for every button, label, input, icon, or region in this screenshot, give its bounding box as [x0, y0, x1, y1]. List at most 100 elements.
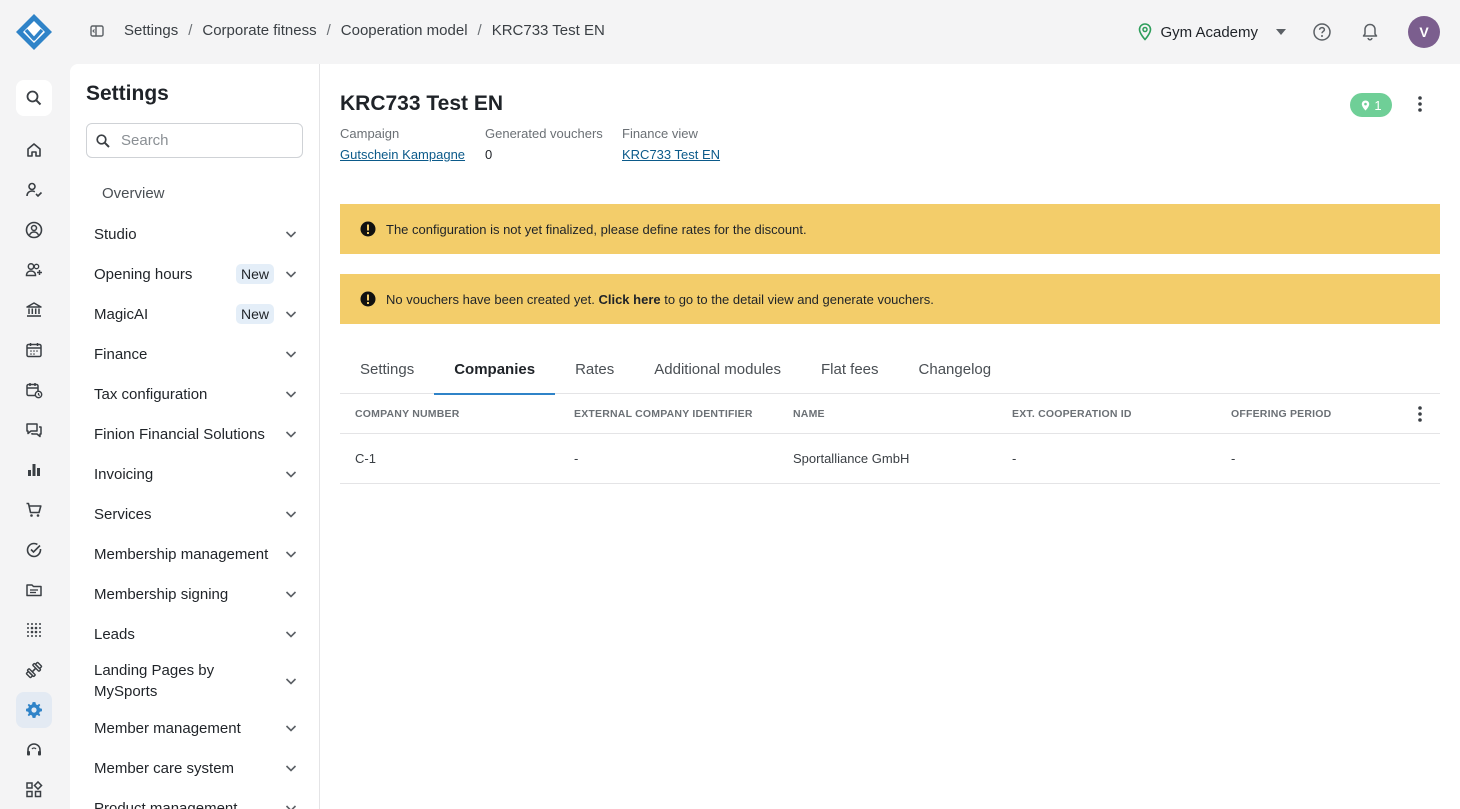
studio-selector[interactable]: Gym Academy — [1138, 23, 1286, 41]
campaign-link[interactable]: Gutschein Kampagne — [340, 147, 465, 162]
settings-item-member-care-system[interactable]: Member care system — [70, 748, 319, 788]
settings-search[interactable] — [86, 123, 303, 158]
settings-item-magicai[interactable]: MagicAI New — [70, 294, 319, 334]
rail-tasks[interactable] — [16, 532, 52, 568]
table-options-icon[interactable] — [1410, 404, 1430, 424]
generate-vouchers-link[interactable]: Click here — [598, 292, 660, 307]
settings-item-opening-hours[interactable]: Opening hours New — [70, 254, 319, 294]
breadcrumb-corporate-fitness[interactable]: Corporate fitness — [202, 22, 316, 39]
settings-item-membership-management[interactable]: Membership management — [70, 534, 319, 574]
rail-equipment[interactable] — [16, 652, 52, 688]
user-avatar[interactable]: V — [1408, 16, 1440, 48]
table-cell: C-1 — [355, 451, 376, 466]
breadcrumb: Settings / Corporate fitness / Cooperati… — [124, 22, 605, 39]
bank-icon — [26, 302, 42, 317]
rail-apps[interactable] — [16, 772, 52, 808]
rail-analytics[interactable] — [16, 452, 52, 488]
dot-grid-icon — [27, 623, 41, 637]
chevron-down-icon — [285, 351, 297, 358]
rail-documents[interactable] — [16, 572, 52, 608]
location-pin-icon — [1362, 100, 1370, 110]
main-content: KRC733 Test EN 1 Campaign Gutschein Kamp… — [320, 64, 1460, 809]
settings-item-member-management[interactable]: Member management — [70, 708, 319, 748]
finance-view-link[interactable]: KRC733 Test EN — [622, 147, 720, 162]
rail-shop[interactable] — [16, 492, 52, 528]
tab-flat-fees[interactable]: Flat fees — [801, 345, 899, 394]
caret-down-icon — [1276, 29, 1286, 35]
rail-settings[interactable] — [16, 692, 52, 728]
studio-name: Gym Academy — [1160, 23, 1258, 41]
chevron-down-icon — [285, 471, 297, 478]
settings-sidebar: Settings Overview Studio Opening hours Ne… — [70, 64, 320, 809]
search-icon — [26, 90, 42, 106]
settings-item-tax-configuration[interactable]: Tax configuration — [70, 374, 319, 414]
tab-companies[interactable]: Companies — [434, 345, 555, 395]
tab-rates[interactable]: Rates — [555, 345, 634, 394]
settings-overview-link[interactable]: Overview — [102, 185, 165, 202]
rail-home[interactable] — [16, 132, 52, 168]
column-header[interactable]: Ext. cooperation ID — [997, 408, 1216, 420]
nav-item-label: Invoicing — [94, 465, 154, 483]
app-logo-icon[interactable] — [14, 12, 54, 52]
meta-campaign: Campaign Gutschein Kampagne — [340, 126, 465, 162]
settings-item-invoicing[interactable]: Invoicing — [70, 454, 319, 494]
chevron-down-icon — [285, 805, 297, 809]
rail-messages[interactable] — [16, 412, 52, 448]
rail-leads[interactable] — [16, 252, 52, 288]
settings-item-landing-pages[interactable]: Landing Pages by MySports — [70, 654, 319, 708]
nav-item-label: MagicAI — [94, 305, 149, 323]
rail-members[interactable] — [16, 212, 52, 248]
column-header[interactable]: Company number — [340, 408, 559, 420]
sidebar-toggle-icon[interactable] — [88, 22, 106, 40]
settings-item-finion[interactable]: Finion Financial Solutions — [70, 414, 319, 454]
page-title: KRC733 Test EN — [340, 92, 503, 115]
shopping-cart-icon — [26, 502, 42, 517]
column-header[interactable]: External company identifier — [559, 408, 778, 420]
breadcrumb-separator: / — [326, 22, 331, 39]
rail-finance[interactable] — [16, 292, 52, 328]
settings-title: Settings — [86, 82, 169, 105]
tab-changelog[interactable]: Changelog — [899, 345, 1012, 394]
column-header[interactable]: Name — [778, 408, 997, 420]
chevron-down-icon — [285, 511, 297, 518]
rail-calendar[interactable] — [16, 332, 52, 368]
tab-additional-modules[interactable]: Additional modules — [634, 345, 801, 394]
more-options-icon[interactable] — [1410, 94, 1430, 114]
settings-item-services[interactable]: Services — [70, 494, 319, 534]
table-row[interactable]: C-1 - Sportalliance GmbH - - — [340, 434, 1440, 484]
column-header[interactable]: Offering period — [1216, 408, 1396, 420]
account-circle-icon — [25, 221, 43, 239]
nav-item-label: Leads — [94, 625, 135, 643]
notification-bell-icon[interactable] — [1360, 22, 1380, 42]
rail-search[interactable] — [16, 80, 52, 116]
nav-item-label: Membership signing — [94, 585, 229, 603]
chevron-down-icon — [285, 765, 297, 772]
breadcrumb-settings[interactable]: Settings — [124, 22, 178, 39]
location-pin-icon — [1139, 23, 1152, 41]
gear-icon — [26, 702, 42, 718]
settings-search-input[interactable] — [121, 132, 291, 149]
chevron-down-icon — [285, 311, 297, 318]
nav-item-label: Product management — [94, 799, 238, 809]
exclamation-circle-icon — [360, 291, 376, 307]
rail-support[interactable] — [16, 732, 52, 768]
new-badge: New — [236, 264, 275, 284]
breadcrumb-separator: / — [188, 22, 193, 39]
settings-item-finance[interactable]: Finance — [70, 334, 319, 374]
rail-checkin[interactable] — [16, 172, 52, 208]
settings-item-membership-signing[interactable]: Membership signing — [70, 574, 319, 614]
help-icon[interactable] — [1312, 22, 1332, 42]
settings-item-leads[interactable]: Leads — [70, 614, 319, 654]
nav-item-label: Opening hours — [94, 265, 193, 283]
vouchers-warning-alert: No vouchers have been created yet. Click… — [340, 274, 1440, 324]
settings-item-product-management[interactable]: Product management — [70, 788, 319, 809]
rail-appointments[interactable] — [16, 372, 52, 408]
chevron-down-icon — [285, 271, 297, 278]
tab-settings[interactable]: Settings — [340, 345, 434, 394]
location-count-badge[interactable]: 1 — [1350, 93, 1392, 117]
location-count: 1 — [1374, 97, 1382, 113]
breadcrumb-cooperation-model[interactable]: Cooperation model — [341, 22, 468, 39]
meta-label: Generated vouchers — [485, 126, 603, 141]
settings-item-studio[interactable]: Studio — [70, 214, 319, 254]
rail-integrations[interactable] — [16, 612, 52, 648]
